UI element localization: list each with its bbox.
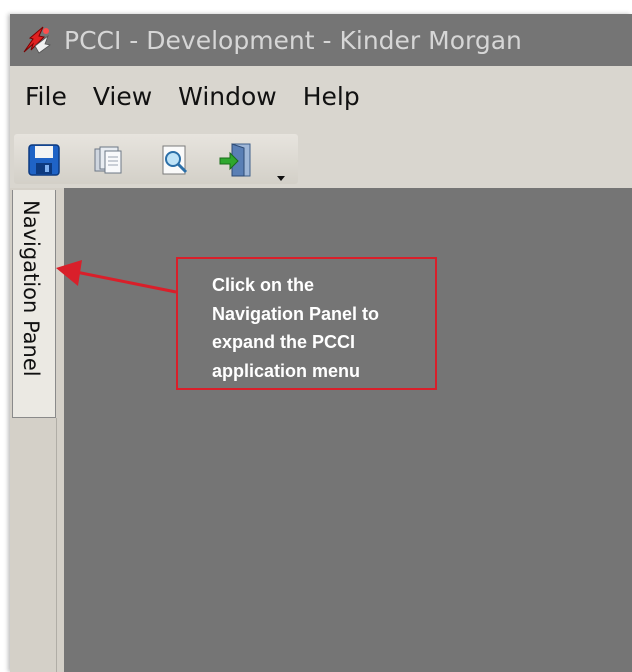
callout-line: expand the PCCI bbox=[212, 332, 356, 352]
menu-window[interactable]: Window bbox=[173, 82, 282, 111]
title-bar[interactable]: PCCI - Development - Kinder Morgan bbox=[10, 14, 632, 66]
copy-pages-icon[interactable] bbox=[88, 140, 128, 180]
save-icon[interactable] bbox=[24, 140, 64, 180]
menu-help[interactable]: Help bbox=[298, 82, 365, 111]
toolbar bbox=[10, 126, 632, 188]
callout-box: Click on the Navigation Panel to expand … bbox=[176, 257, 437, 390]
menu-bar: File View Window Help bbox=[10, 66, 632, 126]
callout-line: Navigation Panel to bbox=[212, 303, 380, 324]
menu-file[interactable]: File bbox=[20, 82, 72, 111]
toolbar-overflow-icon[interactable] bbox=[274, 170, 288, 182]
navigation-panel-rail bbox=[12, 418, 57, 672]
print-preview-icon[interactable] bbox=[154, 140, 194, 180]
menu-view[interactable]: View bbox=[88, 82, 157, 111]
exit-door-icon[interactable] bbox=[216, 140, 256, 180]
window-title: PCCI - Development - Kinder Morgan bbox=[64, 25, 522, 55]
callout-line: application menu bbox=[212, 360, 361, 381]
navigation-panel-tab[interactable]: Navigation Panel bbox=[12, 190, 56, 418]
app-logo-icon bbox=[20, 23, 54, 57]
callout-text: Click on the Navigation Panel to expand … bbox=[212, 271, 427, 385]
callout-line: Click on the bbox=[212, 275, 315, 295]
navigation-panel-label: Navigation Panel bbox=[19, 200, 43, 377]
